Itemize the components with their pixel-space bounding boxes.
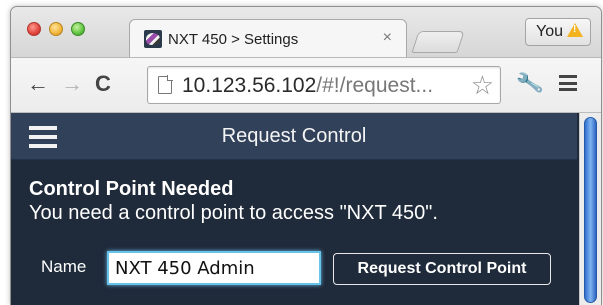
request-form: Name Request Control Point [41,249,571,285]
tab-title: NXT 450 > Settings [168,31,299,48]
name-input[interactable] [107,251,321,285]
name-label: Name [41,257,87,276]
browser-window: NXT 450 > Settings × You ← → C 10.123.56… [10,6,602,305]
close-window-button[interactable] [27,22,41,36]
url-host: 10.123.56.102 [182,74,317,97]
browser-menu-icon[interactable] [559,75,577,91]
scrollbar[interactable] [579,113,601,305]
nxt-logo-icon [144,30,162,48]
warning-icon [567,23,583,37]
tab-strip: NXT 450 > Settings × You [11,7,601,57]
scrollbar-thumb[interactable] [584,117,597,303]
profile-button[interactable]: You [525,18,591,46]
url-path: /#!/request... [316,74,434,97]
page-title: Request Control [221,125,367,147]
new-tab-button[interactable] [411,31,465,53]
wrench-icon[interactable]: 🔧 [515,70,545,98]
back-arrow-icon[interactable]: ← [27,72,49,96]
bookmark-star-icon[interactable]: ☆ [471,71,494,99]
request-control-point-button[interactable]: Request Control Point [333,253,551,285]
browser-toolbar: ← → C 10.123.56.102/#!/request... ☆ 🔧 [11,57,601,113]
minimize-window-button[interactable] [49,22,63,36]
reload-icon[interactable]: C [95,72,111,96]
app-header: Request Control [11,113,577,160]
notice: Control Point Needed You need a control … [29,177,438,225]
url-text[interactable]: 10.123.56.102/#!/request... [182,74,433,98]
page-icon [158,75,173,94]
address-bar[interactable]: 10.123.56.102/#!/request... ☆ [147,66,501,104]
maximize-window-button[interactable] [71,22,85,36]
tab-settings[interactable]: NXT 450 > Settings × [129,19,407,57]
profile-label: You [536,23,563,40]
close-tab-icon[interactable]: × [383,29,392,47]
notice-heading: Control Point Needed [29,178,234,200]
notice-message: You need a control point to access "NXT … [29,202,438,224]
page-viewport: Request Control Control Point Needed You… [11,113,601,305]
forward-arrow-icon[interactable]: → [61,72,83,96]
